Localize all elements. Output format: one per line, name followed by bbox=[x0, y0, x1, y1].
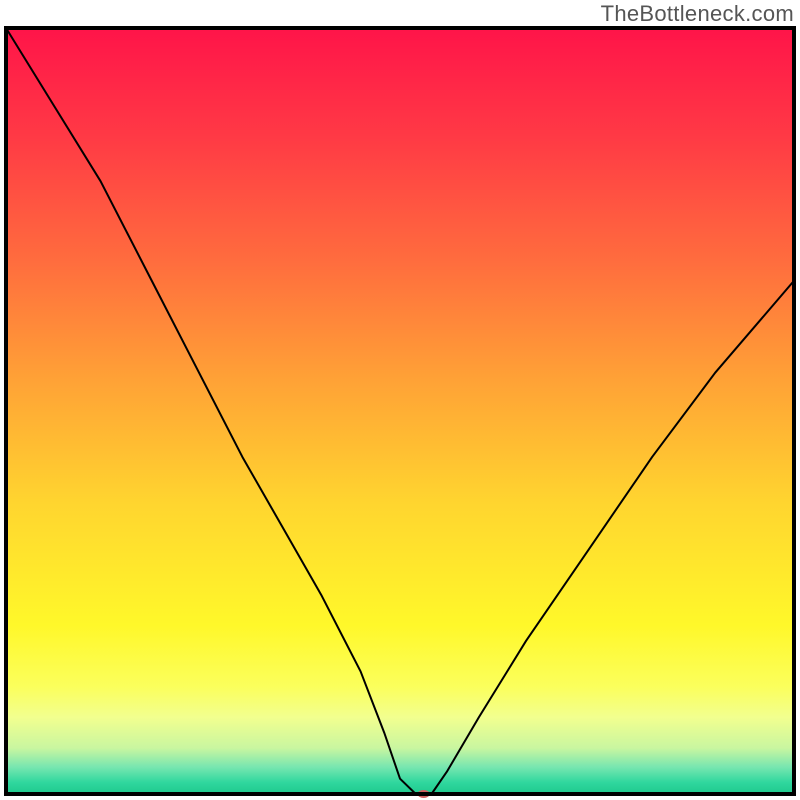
watermark-text: TheBottleneck.com bbox=[601, 1, 794, 27]
chart-container: TheBottleneck.com bbox=[0, 0, 800, 800]
plot-background bbox=[6, 28, 794, 794]
bottleneck-chart bbox=[0, 0, 800, 800]
